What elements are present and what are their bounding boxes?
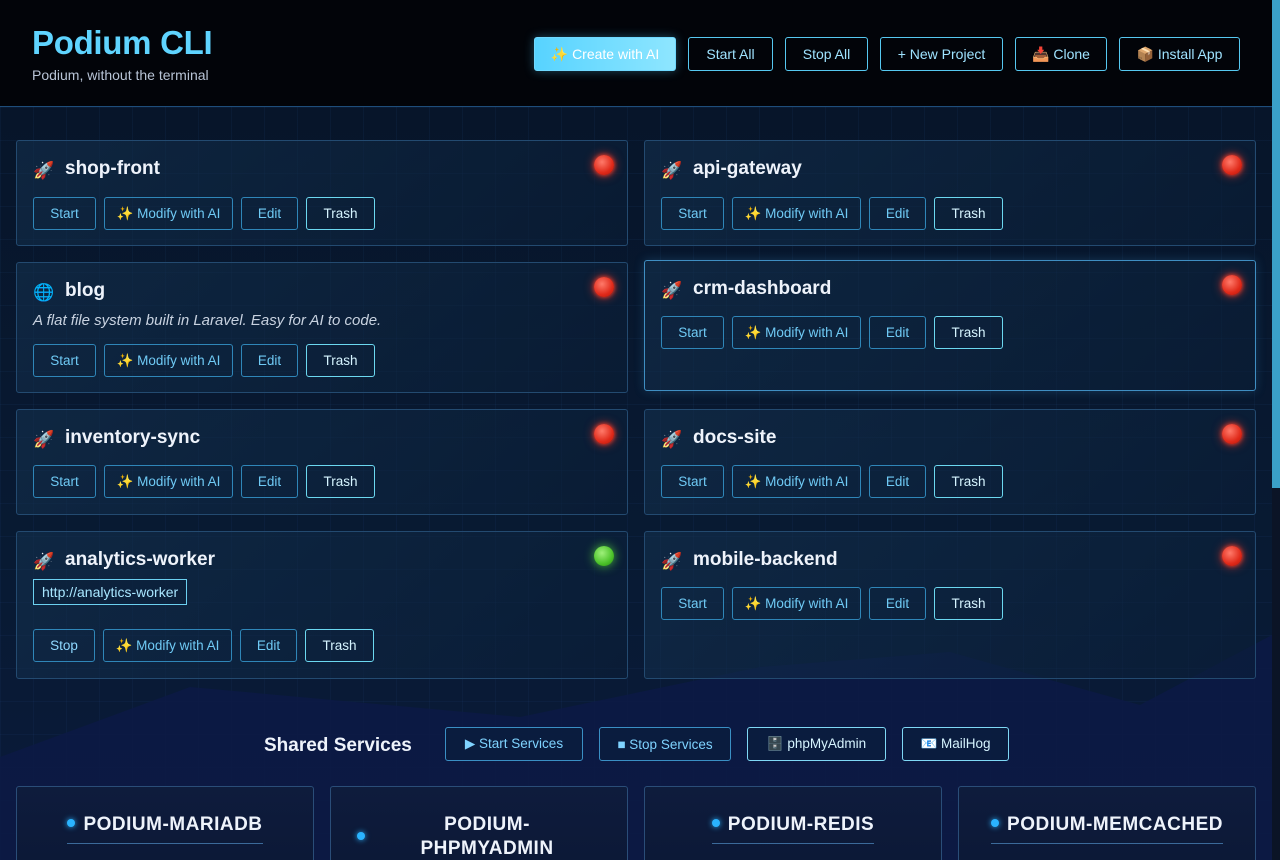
modify-with-ai-button[interactable]: ✨ Modify with AI: [104, 465, 233, 498]
trash-button[interactable]: Trash: [305, 629, 374, 662]
service-name: PODIUM-REDIS: [727, 814, 875, 835]
clone-button[interactable]: 📥 Clone: [1015, 37, 1107, 71]
trash-button[interactable]: Trash: [934, 197, 1003, 230]
trash-button[interactable]: Trash: [934, 587, 1003, 620]
project-title: mobile-backend: [693, 549, 838, 570]
status-stopped-icon: [594, 424, 614, 444]
service-card-mariadb: PODIUM-MARIADB: [16, 786, 314, 860]
service-card-redis: PODIUM-REDIS: [644, 786, 942, 860]
project-title: api-gateway: [693, 158, 802, 179]
status-dot-icon: [67, 818, 76, 827]
rocket-icon: 🚀: [661, 430, 683, 450]
status-dot-icon: [991, 818, 1000, 827]
project-card-analytics-worker: 🚀 analytics-worker http://analytics-work…: [16, 531, 628, 679]
edit-button[interactable]: Edit: [241, 344, 298, 377]
project-card-inventory-sync: 🚀 inventory-sync Start ✨ Modify with AI …: [16, 409, 628, 515]
modify-with-ai-button[interactable]: ✨ Modify with AI: [732, 197, 861, 230]
mailhog-button[interactable]: 📧 MailHog: [902, 727, 1009, 761]
rocket-icon: 🚀: [661, 281, 683, 301]
status-stopped-icon: [1222, 546, 1242, 566]
app-header: Podium CLI Podium, without the terminal …: [0, 0, 1272, 107]
rocket-icon: 🚀: [661, 161, 683, 181]
edit-button[interactable]: Edit: [241, 465, 298, 498]
status-stopped-icon: [1222, 424, 1242, 444]
start-button[interactable]: Start: [33, 465, 96, 498]
status-running-icon: [594, 546, 614, 566]
modify-with-ai-button[interactable]: ✨ Modify with AI: [732, 316, 861, 349]
service-name-line: PHPMYADMIN: [420, 838, 554, 859]
start-button[interactable]: Start: [661, 316, 724, 349]
service-card-memcached: PODIUM-MEMCACHED: [958, 786, 1256, 860]
project-card-docs-site: 🚀 docs-site Start ✨ Modify with AI Edit …: [644, 409, 1256, 515]
project-title: inventory-sync: [65, 427, 201, 448]
app-title: Podium CLI: [32, 24, 213, 61]
start-button[interactable]: Start: [661, 465, 724, 498]
edit-button[interactable]: Edit: [869, 197, 926, 230]
project-card-crm-dashboard: 🚀 crm-dashboard Start ✨ Modify with AI E…: [644, 260, 1256, 391]
rocket-icon: 🚀: [33, 161, 55, 181]
globe-icon: 🌐: [33, 283, 55, 303]
status-stopped-icon: [594, 277, 614, 297]
project-description: A flat file system built in Laravel. Eas…: [33, 312, 382, 329]
project-card-mobile-backend: 🚀 mobile-backend Start ✨ Modify with AI …: [644, 531, 1256, 679]
service-card-phpmyadmin: PODIUM- PHPMYADMIN: [330, 786, 628, 860]
service-name-line: PODIUM-: [444, 814, 530, 835]
start-all-button[interactable]: Start All: [688, 37, 773, 71]
project-card-shop-front: 🚀 shop-front Start ✨ Modify with AI Edit…: [16, 140, 628, 246]
edit-button[interactable]: Edit: [869, 316, 926, 349]
status-dot-icon: [357, 832, 365, 840]
start-services-button[interactable]: ▶ Start Services: [445, 727, 583, 761]
phpmyadmin-button[interactable]: 🗄️ phpMyAdmin: [747, 727, 886, 761]
scrollbar[interactable]: [1272, 0, 1280, 860]
rocket-icon: 🚀: [33, 430, 55, 450]
app-subtitle: Podium, without the terminal: [32, 67, 209, 83]
project-title: analytics-worker: [65, 549, 215, 570]
service-name: PODIUM-MEMCACHED: [1007, 814, 1223, 835]
stop-all-button[interactable]: Stop All: [785, 37, 868, 71]
stop-button[interactable]: Stop: [33, 629, 95, 662]
shared-services-toolbar: Shared Services ▶ Start Services ■ Stop …: [0, 727, 1272, 761]
modify-with-ai-button[interactable]: ✨ Modify with AI: [104, 344, 233, 377]
project-title: blog: [65, 280, 106, 301]
edit-button[interactable]: Edit: [241, 197, 298, 230]
project-title: docs-site: [693, 427, 777, 448]
shared-services-title: Shared Services: [264, 735, 412, 756]
rocket-icon: 🚀: [661, 552, 683, 572]
scrollbar-thumb[interactable]: [1272, 0, 1280, 488]
status-stopped-icon: [1222, 155, 1242, 175]
trash-button[interactable]: Trash: [306, 344, 375, 377]
trash-button[interactable]: Trash: [306, 197, 375, 230]
project-card-api-gateway: 🚀 api-gateway Start ✨ Modify with AI Edi…: [644, 140, 1256, 246]
create-with-ai-button[interactable]: ✨ Create with AI: [534, 37, 676, 71]
modify-with-ai-button[interactable]: ✨ Modify with AI: [732, 587, 861, 620]
project-title: crm-dashboard: [693, 278, 832, 299]
trash-button[interactable]: Trash: [934, 465, 1003, 498]
rocket-icon: 🚀: [33, 552, 55, 572]
service-name: PODIUM- PHPMYADMIN: [391, 813, 583, 860]
project-url-link[interactable]: http://analytics-worker: [33, 579, 188, 605]
project-card-blog: 🌐 blog A flat file system built in Larav…: [16, 262, 628, 393]
install-app-button[interactable]: 📦 Install App: [1119, 37, 1240, 71]
modify-with-ai-button[interactable]: ✨ Modify with AI: [732, 465, 861, 498]
status-stopped-icon: [1222, 275, 1242, 295]
modify-with-ai-button[interactable]: ✨ Modify with AI: [103, 629, 232, 662]
status-dot-icon: [711, 818, 720, 827]
edit-button[interactable]: Edit: [869, 465, 926, 498]
trash-button[interactable]: Trash: [306, 465, 375, 498]
start-button[interactable]: Start: [33, 197, 96, 230]
stop-services-button[interactable]: ■ Stop Services: [599, 727, 731, 761]
edit-button[interactable]: Edit: [869, 587, 926, 620]
project-title: shop-front: [65, 158, 160, 179]
start-button[interactable]: Start: [33, 344, 96, 377]
service-name: PODIUM-MARIADB: [83, 814, 263, 835]
trash-button[interactable]: Trash: [934, 316, 1003, 349]
new-project-button[interactable]: + New Project: [880, 37, 1003, 71]
status-stopped-icon: [594, 155, 614, 175]
start-button[interactable]: Start: [661, 197, 724, 230]
edit-button[interactable]: Edit: [240, 629, 297, 662]
start-button[interactable]: Start: [661, 587, 724, 620]
modify-with-ai-button[interactable]: ✨ Modify with AI: [104, 197, 233, 230]
